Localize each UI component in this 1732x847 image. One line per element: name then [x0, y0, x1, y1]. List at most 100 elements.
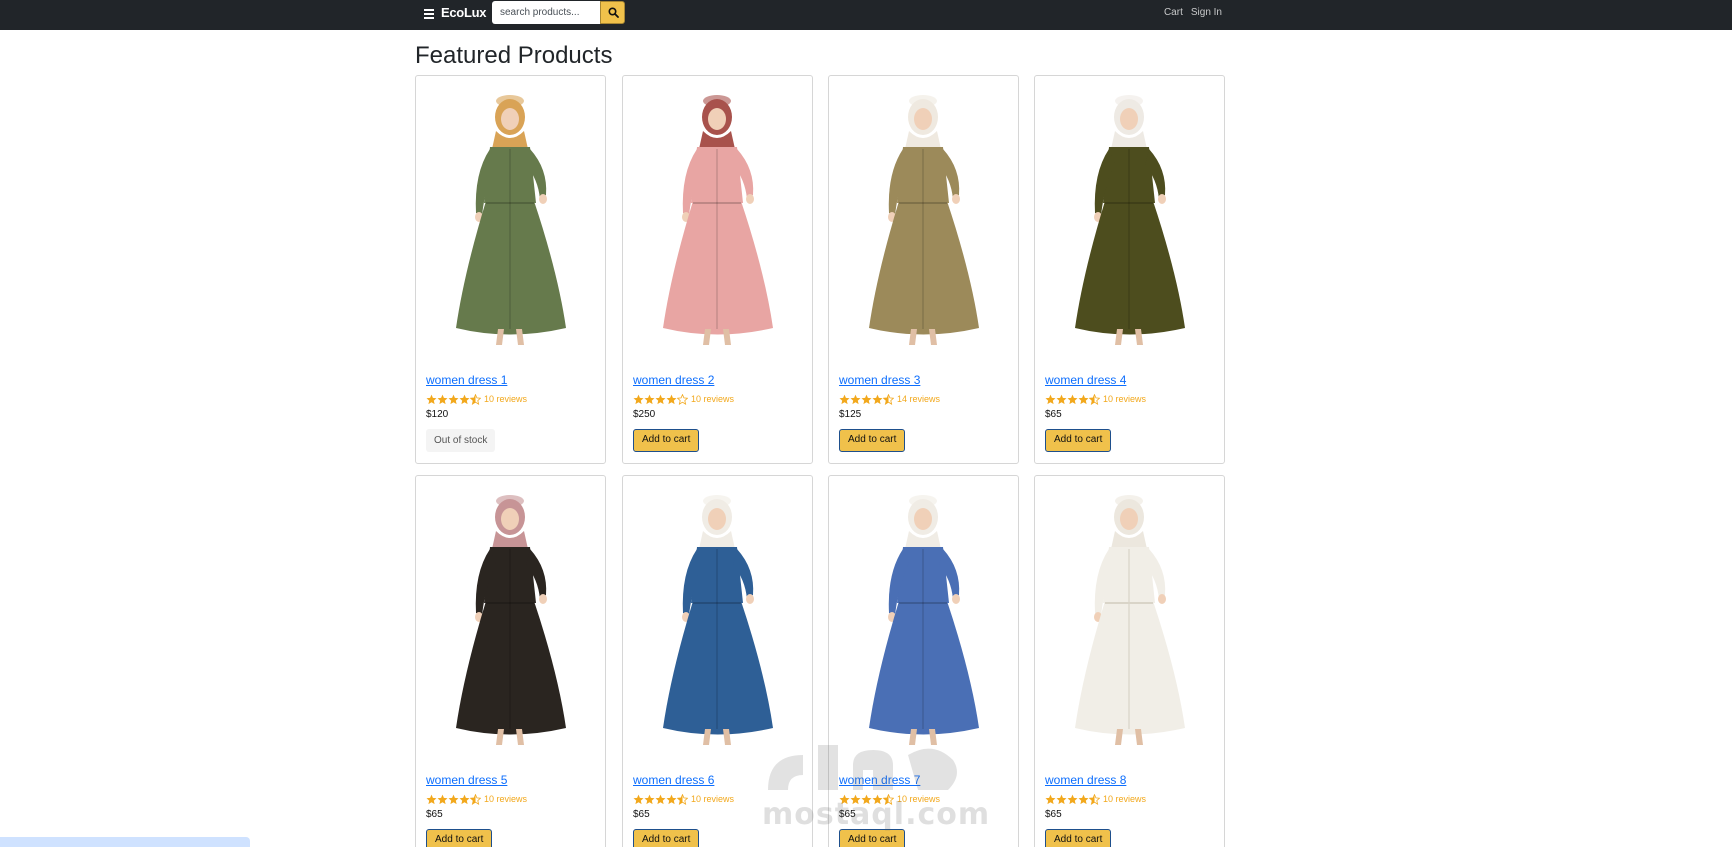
- star-icon: [1045, 794, 1056, 804]
- star-icon: [426, 394, 437, 404]
- rating: 10 reviews: [633, 393, 804, 405]
- star-icon: [677, 793, 688, 805]
- star-rating: [1045, 793, 1100, 805]
- rating: 10 reviews: [633, 793, 804, 805]
- product-image[interactable]: [1035, 483, 1224, 757]
- star-icon: [883, 793, 894, 805]
- brand-logo[interactable]: EcoLux: [441, 5, 486, 21]
- add-to-cart-button[interactable]: Add to cart: [839, 829, 906, 847]
- star-icon: [459, 794, 470, 804]
- star-icon: [644, 394, 655, 404]
- review-count: 10 reviews: [897, 793, 941, 804]
- star-icon: [1067, 394, 1078, 404]
- star-icon: [459, 394, 470, 404]
- search-button[interactable]: [600, 1, 625, 24]
- cart-link[interactable]: Cart: [1164, 6, 1183, 19]
- rating: 10 reviews: [426, 393, 597, 405]
- card-body: women dress 8 10 reviews $65 Add to cart: [1045, 773, 1216, 847]
- star-icon: [437, 794, 448, 804]
- star-icon: [448, 794, 459, 804]
- star-icon: [1078, 794, 1089, 804]
- star-icon: [839, 394, 850, 404]
- star-icon: [1056, 794, 1067, 804]
- product-title-link[interactable]: women dress 7: [839, 773, 1010, 787]
- product-price: $250: [633, 409, 656, 420]
- review-count: 14 reviews: [897, 393, 941, 404]
- navbar: EcoLux Cart Sign In: [0, 0, 1732, 30]
- add-to-cart-button[interactable]: Add to cart: [633, 829, 700, 847]
- star-icon: [1089, 393, 1100, 405]
- star-icon: [872, 794, 883, 804]
- product-image[interactable]: [829, 483, 1018, 757]
- star-icon: [850, 794, 861, 804]
- rating: 10 reviews: [1045, 393, 1216, 405]
- star-rating: [633, 393, 688, 405]
- star-icon: [1067, 794, 1078, 804]
- star-icon: [633, 394, 644, 404]
- product-card: women dress 6 10 reviews $65 Add to cart: [622, 475, 813, 847]
- add-to-cart-button[interactable]: Add to cart: [839, 429, 906, 452]
- star-icon: [839, 794, 850, 804]
- product-title-link[interactable]: women dress 2: [633, 373, 804, 387]
- product-card: women dress 1 10 reviews $120 Out of sto…: [415, 75, 606, 464]
- star-icon: [1078, 394, 1089, 404]
- product-price: $65: [633, 809, 650, 820]
- product-card: women dress 4 10 reviews $65 Add to cart: [1034, 75, 1225, 464]
- star-rating: [839, 793, 894, 805]
- star-icon: [883, 393, 894, 405]
- product-title-link[interactable]: women dress 6: [633, 773, 804, 787]
- product-image[interactable]: [416, 83, 605, 357]
- product-card: women dress 3 14 reviews $125 Add to car…: [828, 75, 1019, 464]
- star-icon: [655, 394, 666, 404]
- product-card: women dress 7 10 reviews $65 Add to cart: [828, 475, 1019, 847]
- star-icon: [470, 393, 481, 405]
- add-to-cart-button[interactable]: Add to cart: [633, 429, 700, 452]
- search-input[interactable]: [492, 1, 600, 24]
- star-icon: [1045, 394, 1056, 404]
- review-count: 10 reviews: [1103, 793, 1147, 804]
- star-icon: [666, 794, 677, 804]
- star-icon: [861, 394, 872, 404]
- review-count: 10 reviews: [691, 393, 735, 404]
- product-image[interactable]: [623, 83, 812, 357]
- rating: 10 reviews: [839, 793, 1010, 805]
- product-price: $65: [426, 809, 443, 820]
- star-icon: [1056, 394, 1067, 404]
- menu-icon[interactable]: [424, 7, 435, 21]
- add-to-cart-button[interactable]: Add to cart: [426, 829, 493, 847]
- product-image[interactable]: [416, 483, 605, 757]
- star-rating: [426, 393, 481, 405]
- card-body: women dress 6 10 reviews $65 Add to cart: [633, 773, 804, 847]
- product-title-link[interactable]: women dress 4: [1045, 373, 1216, 387]
- product-title-link[interactable]: women dress 5: [426, 773, 597, 787]
- product-price: $65: [839, 809, 856, 820]
- nav-links: Cart Sign In: [1164, 6, 1222, 19]
- product-image[interactable]: [1035, 83, 1224, 357]
- page-title: Featured Products: [415, 42, 613, 69]
- card-body: women dress 2 10 reviews $250 Add to car…: [633, 373, 804, 452]
- product-image[interactable]: [829, 83, 1018, 357]
- star-icon: [470, 793, 481, 805]
- rating: 10 reviews: [1045, 793, 1216, 805]
- product-card: women dress 2 10 reviews $250 Add to car…: [622, 75, 813, 464]
- star-icon: [426, 794, 437, 804]
- add-to-cart-button[interactable]: Add to cart: [1045, 829, 1112, 847]
- star-icon: [644, 794, 655, 804]
- star-rating: [839, 393, 894, 405]
- product-title-link[interactable]: women dress 1: [426, 373, 597, 387]
- star-icon: [861, 794, 872, 804]
- star-icon: [666, 394, 677, 404]
- star-rating: [633, 793, 688, 805]
- out-of-stock-label: Out of stock: [426, 429, 496, 452]
- product-title-link[interactable]: women dress 8: [1045, 773, 1216, 787]
- status-toast: [0, 837, 250, 847]
- review-count: 10 reviews: [484, 393, 528, 404]
- card-body: women dress 3 14 reviews $125 Add to car…: [839, 373, 1010, 452]
- product-title-link[interactable]: women dress 3: [839, 373, 1010, 387]
- search-icon: [608, 7, 619, 18]
- product-price: $65: [1045, 409, 1062, 420]
- sign-in-link[interactable]: Sign In: [1191, 6, 1222, 19]
- product-image[interactable]: [623, 483, 812, 757]
- star-icon: [448, 394, 459, 404]
- add-to-cart-button[interactable]: Add to cart: [1045, 429, 1112, 452]
